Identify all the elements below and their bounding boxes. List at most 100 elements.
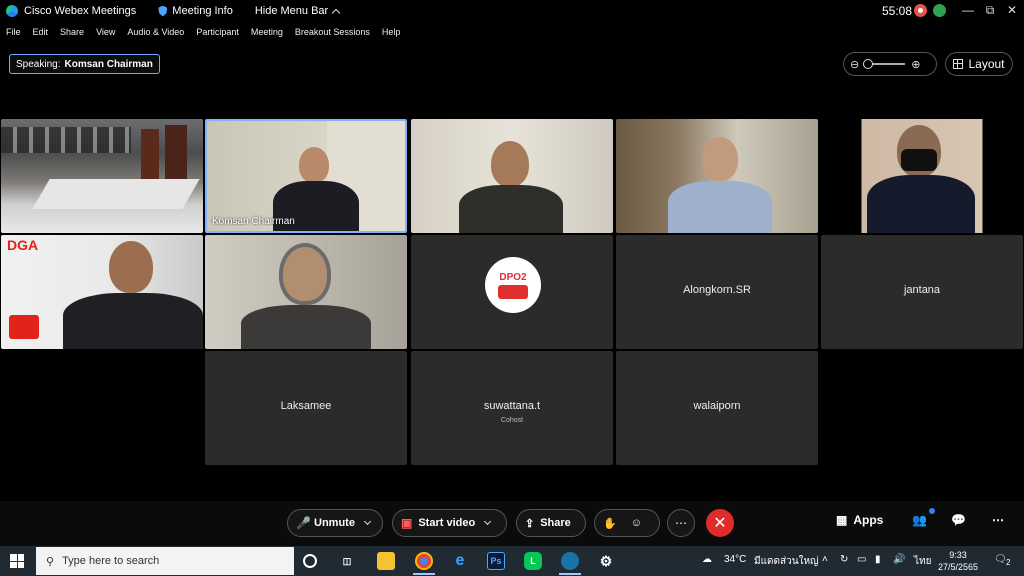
raise-hand-icon[interactable]: ✋ (603, 517, 617, 530)
unmute-button[interactable]: 🎤 Unmute (287, 509, 383, 537)
app-title: Cisco Webex Meetings (6, 5, 136, 17)
recording-icon[interactable] (914, 4, 927, 17)
clock-time: 9:33 (949, 550, 967, 560)
apps-button[interactable]: ▦ Apps (836, 513, 883, 527)
minimize-button[interactable]: — (958, 2, 978, 18)
video-tile-participant[interactable] (616, 119, 818, 233)
person-head (702, 137, 738, 181)
person-head (299, 147, 329, 183)
zoom-out-icon[interactable]: ⊖ (850, 58, 859, 71)
tile-alongkorn[interactable]: Alongkorn.SR (616, 235, 818, 349)
video-tile-conference-room[interactable] (1, 119, 203, 233)
weather-icon[interactable]: ☁ (702, 554, 712, 565)
close-button[interactable]: ✕ (1002, 2, 1022, 18)
zoom-slider[interactable] (863, 59, 906, 69)
weather-temp[interactable]: 34°C (724, 554, 746, 565)
share-button[interactable]: ⇪ Share (516, 509, 586, 537)
file-explorer-icon[interactable] (377, 552, 395, 570)
person-body (63, 293, 203, 349)
settings-gear-icon[interactable]: ⚙ (597, 552, 615, 570)
notification-center-icon[interactable]: 🗨 (994, 554, 1007, 565)
tile-suwattana[interactable]: suwattana.t Cohost (411, 351, 613, 465)
person-body (459, 185, 563, 233)
tile-laksamee[interactable]: Laksamee (205, 351, 407, 465)
grid-icon (953, 59, 964, 69)
share-label: Share (540, 517, 571, 529)
video-off-icon: ▣ (401, 516, 413, 530)
person-body (867, 175, 975, 233)
speaking-prefix: Speaking: (16, 58, 61, 70)
tray-chevron-icon[interactable]: ˄ (822, 554, 828, 565)
face-mask (901, 149, 937, 171)
line-icon[interactable]: L (524, 552, 542, 570)
input-language[interactable]: ไทย (914, 554, 931, 569)
menu-breakout-sessions[interactable]: Breakout Sessions (289, 24, 376, 42)
video-tile-komsan-chairman[interactable]: Komsan Chairman (205, 119, 407, 233)
meeting-info-button[interactable]: Meeting Info (158, 5, 233, 17)
person-head (491, 141, 529, 187)
speaking-indicator: Speaking: Komsan Chairman (9, 54, 160, 74)
meeting-timer: 55:08 (882, 4, 913, 18)
webex-logo-icon (6, 5, 18, 17)
sync-icon[interactable]: ↻ (840, 554, 848, 565)
participants-button[interactable]: 👥 (912, 513, 927, 527)
network-icon[interactable]: ▭ (857, 554, 866, 565)
taskbar-search[interactable]: ⚲ Type here to search (36, 547, 294, 575)
chevron-down-icon[interactable] (363, 517, 371, 526)
reactions-group[interactable]: ✋ ☺ (594, 509, 660, 537)
chevron-up-icon (331, 8, 341, 17)
restore-button[interactable]: ⧉ (980, 2, 1000, 18)
chevron-down-icon[interactable] (484, 517, 492, 526)
zoom-slider-thumb[interactable] (863, 59, 874, 69)
hide-menu-bar-button[interactable]: Hide Menu Bar (254, 5, 341, 17)
apps-label: Apps (853, 513, 884, 527)
muted-mic-icon: 🎤 (296, 516, 311, 530)
menu-help[interactable]: Help (376, 24, 407, 42)
leave-meeting-button[interactable]: ✕ (706, 509, 734, 537)
menu-audio-video[interactable]: Audio & Video (121, 24, 190, 42)
chat-button[interactable]: 💬 (951, 513, 966, 527)
taskbar-clock[interactable]: 9:33 27/5/2565 (938, 549, 978, 573)
tile-jantana[interactable]: jantana (821, 235, 1023, 349)
apps-icon: ▦ (836, 513, 848, 527)
window-wall (1, 127, 131, 153)
webex-taskbar-icon[interactable] (561, 552, 579, 570)
windows-start-icon[interactable] (10, 554, 24, 568)
layout-button[interactable]: Layout (945, 52, 1013, 76)
photoshop-icon[interactable]: Ps (487, 552, 505, 570)
search-icon: ⚲ (46, 555, 55, 568)
start-video-button[interactable]: ▣ Start video (392, 509, 507, 537)
meeting-controls-bar: 🎤 Unmute ▣ Start video ⇪ Share ✋ ☺ ⋯ ✕ ▦… (0, 501, 1024, 546)
menu-share[interactable]: Share (54, 24, 90, 42)
zoom-in-icon[interactable]: ⊕ (911, 58, 920, 71)
menu-file[interactable]: File (0, 24, 27, 42)
hide-menu-bar-label: Hide Menu Bar (254, 5, 329, 17)
banner-text: DGA (7, 237, 39, 253)
video-tile-participant[interactable] (411, 119, 613, 233)
cortana-icon[interactable] (303, 554, 317, 568)
menu-meeting[interactable]: Meeting (245, 24, 289, 42)
chrome-icon[interactable] (415, 552, 433, 570)
tile-dpo2[interactable]: DPO2 (411, 235, 613, 349)
zoom-control[interactable]: ⊖ ⊕ (843, 52, 937, 76)
menu-edit[interactable]: Edit (27, 24, 55, 42)
poster (165, 125, 187, 185)
weather-desc[interactable]: มีแดดส่วนใหญ่ (754, 554, 819, 569)
menu-bar: File Edit Share View Audio & Video Parti… (0, 24, 406, 42)
edge-icon[interactable]: e (451, 552, 469, 570)
tile-walaiporn[interactable]: walaiporn (616, 351, 818, 465)
menu-participant[interactable]: Participant (190, 24, 245, 42)
avatar-text: DPO2 (499, 271, 527, 283)
menu-view[interactable]: View (90, 24, 121, 42)
connection-signal-icon[interactable] (933, 4, 946, 17)
more-panels-button[interactable]: ⋯ (992, 513, 1004, 527)
video-tile-participant[interactable] (821, 119, 1023, 233)
video-tile-participant-dga[interactable]: DGA (1, 235, 203, 349)
battery-icon[interactable]: ▮ (875, 554, 881, 565)
layout-label: Layout (968, 57, 1005, 71)
volume-icon[interactable]: 🔊 (893, 554, 905, 565)
task-view-icon[interactable]: ◫ (338, 552, 356, 570)
reactions-icon[interactable]: ☺ (631, 517, 642, 529)
video-tile-participant[interactable] (205, 235, 407, 349)
more-options-button[interactable]: ⋯ (667, 509, 695, 537)
